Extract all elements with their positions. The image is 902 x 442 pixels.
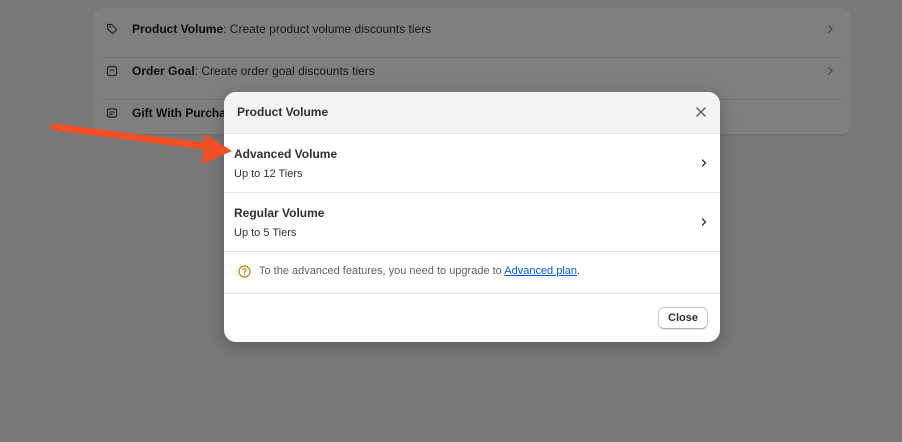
option-advanced-volume[interactable]: Advanced Volume Up to 12 Tiers [224, 134, 720, 193]
option-subtitle: Up to 5 Tiers [234, 227, 297, 239]
question-circle-icon [238, 265, 251, 278]
modal-title: Product Volume [237, 105, 329, 119]
option-regular-volume[interactable]: Regular Volume Up to 5 Tiers [224, 193, 720, 252]
notice-text: To the advanced features, you need to up… [259, 265, 581, 277]
chevron-right-icon [701, 159, 707, 167]
upgrade-notice: To the advanced features, you need to up… [224, 252, 720, 294]
product-volume-modal: Product Volume Advanced Volume Up to 12 … [224, 92, 720, 342]
modal-footer: Close [224, 294, 720, 342]
option-title: Regular Volume [234, 206, 325, 220]
option-subtitle: Up to 12 Tiers [234, 168, 303, 180]
close-icon[interactable] [695, 106, 707, 118]
close-button[interactable]: Close [658, 307, 708, 329]
advanced-plan-link[interactable]: Advanced plan [504, 265, 577, 277]
modal-header: Product Volume [224, 92, 720, 134]
chevron-right-icon [701, 218, 707, 226]
option-title: Advanced Volume [234, 147, 338, 161]
